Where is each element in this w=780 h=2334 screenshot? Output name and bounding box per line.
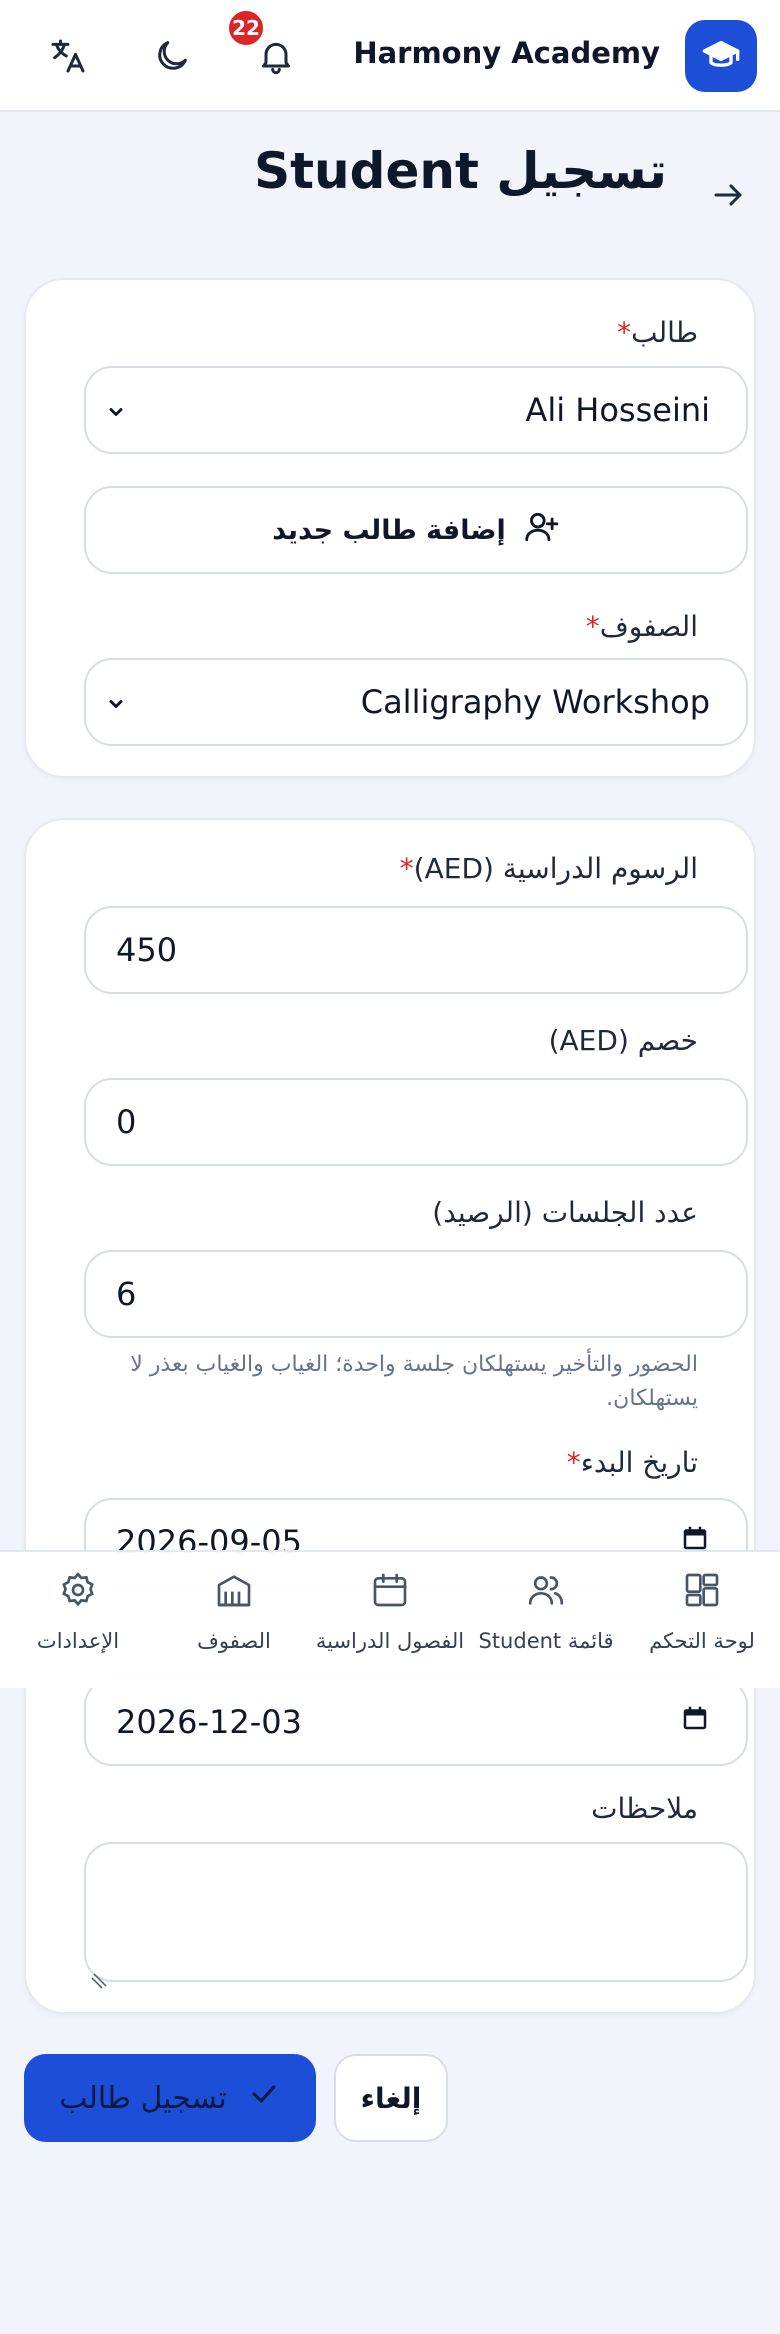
class-select-value: Calligraphy Workshop (360, 683, 710, 721)
nav-label: الإعدادات (36, 1629, 120, 1653)
nav-item-semesters[interactable]: الفصول الدراسية (312, 1570, 468, 1670)
class-select[interactable]: Calligraphy Workshop (84, 658, 748, 746)
submit-label: تسجيل طالب (59, 2080, 227, 2116)
moon-icon[interactable] (144, 28, 200, 84)
dashboard-icon (682, 1570, 722, 1615)
nav-label: قائمة Student (478, 1629, 614, 1653)
translate-icon[interactable] (40, 28, 96, 84)
user-plus-icon (522, 508, 560, 553)
nav-item-settings[interactable]: الإعدادات (0, 1570, 156, 1670)
end-date-input[interactable]: 2026-12-03 (84, 1678, 748, 1766)
chevron-down-icon (102, 690, 130, 718)
brand-name: Harmony Academy (353, 36, 660, 70)
add-student-button[interactable]: إضافة طالب جديد (84, 486, 748, 574)
student-select[interactable]: Ali Hosseini (84, 366, 748, 454)
top-app-bar: Harmony Academy 22 (0, 0, 780, 112)
cancel-button[interactable]: إلغاء (334, 2054, 448, 2142)
nav-label: الفصول الدراسية (315, 1629, 465, 1653)
notification-badge: 22 (226, 8, 266, 48)
sessions-hint: الحضور والتأخير يستهلكان جلسة واحدة؛ الغ… (130, 1352, 698, 1411)
calendar-icon (370, 1570, 410, 1615)
nav-item-dashboard[interactable]: لوحة التحكم (624, 1570, 780, 1670)
calendar-icon[interactable] (680, 1703, 710, 1741)
classes-label: الصفوف* (585, 610, 698, 643)
enrollment-details-card: الرسوم الدراسية (AED)* 450 خصم (AED) 0 ع… (24, 818, 756, 2014)
bottom-navigation: لوحة التحكم قائمة Student الفصول الدراسي… (0, 1550, 780, 1688)
graduation-cap-icon[interactable] (685, 20, 757, 92)
chevron-down-icon (102, 398, 130, 426)
end-date-value: 2026-12-03 (116, 1703, 302, 1741)
start-date-label: تاريخ البدء* (566, 1446, 698, 1479)
nav-item-students[interactable]: قائمة Student (468, 1570, 624, 1670)
nav-item-classes[interactable]: الصفوف (156, 1570, 312, 1670)
student-class-card: طالب* Ali Hosseini إضافة طالب جديد الصفو… (24, 278, 756, 778)
nav-label: لوحة التحكم (649, 1629, 755, 1653)
building-icon (214, 1570, 254, 1615)
sessions-label: عدد الجلسات (الرصيد) (432, 1196, 698, 1229)
submit-enrollment-button[interactable]: تسجيل طالب (24, 2054, 316, 2142)
resize-handle-icon[interactable] (90, 1960, 108, 1989)
discount-label: خصم (AED) (548, 1024, 698, 1057)
check-icon (247, 2077, 281, 2119)
sessions-input[interactable]: 6 (84, 1250, 748, 1338)
notes-textarea[interactable] (84, 1842, 748, 1989)
discount-input[interactable]: 0 (84, 1078, 748, 1166)
notes-label: ملاحظات (591, 1792, 698, 1825)
page-title: تسجيل Student (254, 142, 667, 200)
users-icon (526, 1570, 566, 1615)
student-select-value: Ali Hosseini (525, 391, 710, 429)
fee-input[interactable]: 450 (84, 906, 748, 994)
add-student-label: إضافة طالب جديد (272, 514, 506, 546)
fee-label: الرسوم الدراسية (AED)* (399, 852, 698, 885)
arrow-right-icon[interactable] (700, 170, 756, 220)
gear-icon (58, 1570, 98, 1615)
student-label: طالب* (617, 316, 698, 349)
nav-label: الصفوف (197, 1629, 271, 1653)
